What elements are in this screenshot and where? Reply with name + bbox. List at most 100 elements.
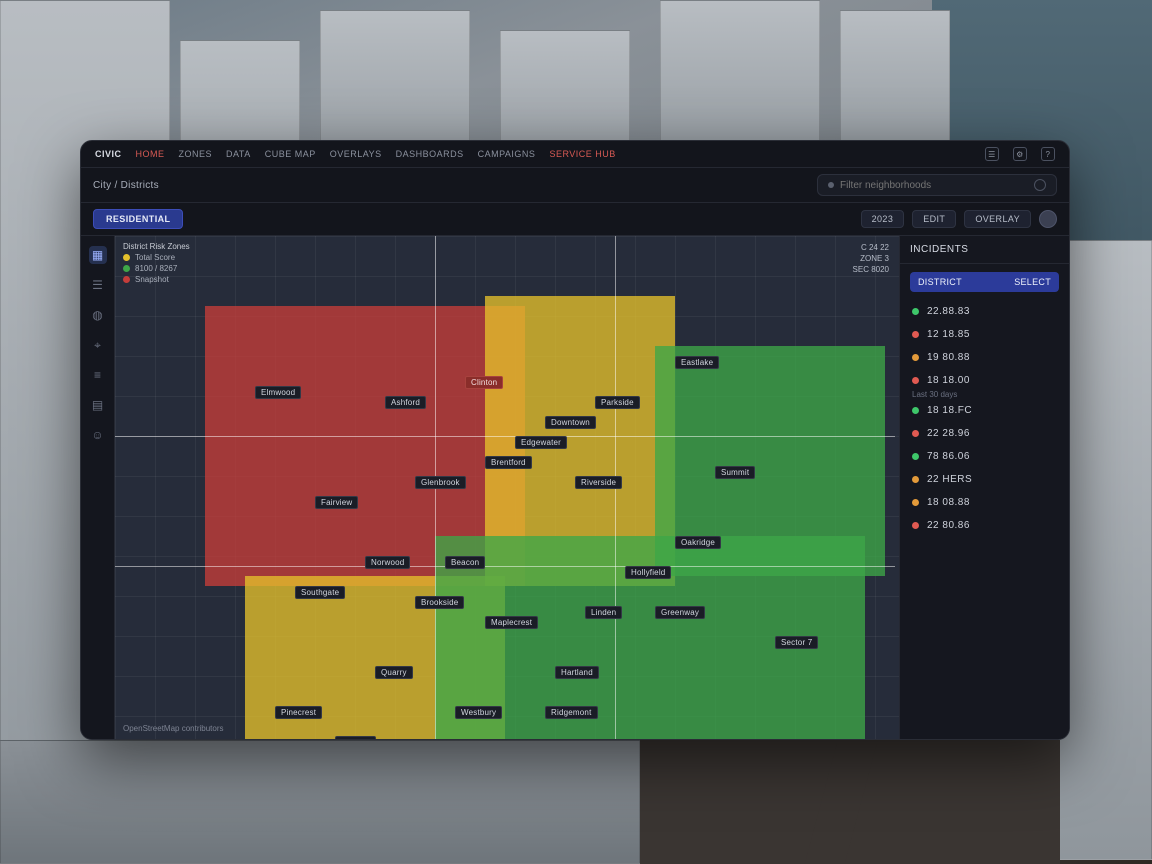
stat-row[interactable]: 22 HERS (900, 468, 1069, 491)
stat-row[interactable]: 22.88.83 (900, 300, 1069, 323)
stat-row[interactable]: 19 80.88 (900, 346, 1069, 369)
rail-database-icon[interactable]: ◍ (89, 306, 107, 324)
map-label[interactable]: Westbury (455, 706, 502, 719)
map-label[interactable]: Brentford (485, 456, 532, 469)
map-label[interactable]: Parkside (595, 396, 640, 409)
status-dot (912, 407, 919, 414)
status-dot (912, 430, 919, 437)
stat-row[interactable]: 18 08.88 (900, 491, 1069, 514)
district-selector[interactable]: DISTRICT SELECT (910, 272, 1059, 292)
stat-value: 22 80.86 (927, 520, 970, 531)
edit-button[interactable]: EDIT (912, 210, 956, 228)
menu-data[interactable]: Data (226, 149, 251, 159)
primary-filter-chip[interactable]: RESIDENTIAL (93, 209, 183, 229)
help-icon[interactable]: ? (1041, 147, 1055, 161)
stat-value: 12 18.85 (927, 329, 970, 340)
stat-value: 22.88.83 (927, 306, 970, 317)
rail-chart-icon[interactable]: ≡ (89, 366, 107, 384)
map-label[interactable]: Clinton (465, 376, 503, 389)
stat-row[interactable]: 18 18.00 (900, 369, 1069, 392)
toolbar: City / Districts (81, 168, 1069, 203)
map-label[interactable]: Greenway (655, 606, 705, 619)
search-status-dot (828, 182, 834, 188)
stat-row[interactable]: 22 80.86 (900, 514, 1069, 537)
map-label[interactable]: Eastlake (675, 356, 719, 369)
map-label[interactable]: Fairview (315, 496, 358, 509)
map-label[interactable]: Brookside (415, 596, 464, 609)
map-label[interactable]: Pinecrest (275, 706, 322, 719)
stat-value: 18 08.88 (927, 497, 970, 508)
map-label[interactable]: Oakridge (675, 536, 721, 549)
map-label[interactable]: Maplecrest (485, 616, 538, 629)
status-dot (912, 377, 919, 384)
menubar: CIVIC Home Zones Data Cube Map Overlays … (81, 141, 1069, 168)
menu-home[interactable]: Home (136, 149, 165, 159)
menu-dashboards[interactable]: Dashboards (396, 149, 464, 159)
map-label[interactable]: Riverside (575, 476, 622, 489)
map-label[interactable]: Quarry (375, 666, 413, 679)
stat-value: 22 28.96 (927, 428, 970, 439)
legend-title: District Risk Zones (123, 242, 190, 251)
map-label[interactable]: Glenbrook (415, 476, 466, 489)
app-name: CIVIC (95, 149, 122, 159)
status-dot (912, 308, 919, 315)
stat-value: 18 18.FC (927, 405, 972, 416)
menu-servicehub[interactable]: Service Hub (549, 149, 615, 159)
stat-value: 22 HERS (927, 474, 972, 485)
rail-users-icon[interactable]: ☺ (89, 426, 107, 444)
tool-rail: ▦ ☰ ◍ ⌖ ≡ ▤ ☺ (81, 236, 115, 739)
rail-table-icon[interactable]: ▤ (89, 396, 107, 414)
breadcrumb: City / Districts (93, 180, 159, 191)
rail-pin-icon[interactable]: ⌖ (89, 336, 107, 354)
status-dot (912, 522, 919, 529)
stat-row[interactable]: 78 86.06 (900, 445, 1069, 468)
stat-row[interactable]: 18 18.FC (900, 399, 1069, 422)
map-label[interactable]: Elmwood (255, 386, 301, 399)
map-canvas[interactable]: Elmwood Ashford Fairview Glenbrook Clinton Br… (115, 236, 899, 739)
map-label[interactable]: Ridgemont (545, 706, 598, 719)
map-label[interactable]: Norwood (365, 556, 410, 569)
map-label[interactable]: Downtown (545, 416, 596, 429)
map-label[interactable]: Summit (715, 466, 755, 479)
search-icon (1034, 179, 1046, 191)
stat-row[interactable]: 22 28.96 (900, 422, 1069, 445)
status-dot (912, 499, 919, 506)
stat-row[interactable]: 12 18.85 (900, 323, 1069, 346)
side-panel: INCIDENTS DISTRICT SELECT 22.88.83 12 18.… (899, 236, 1069, 739)
status-dot (912, 354, 919, 361)
rail-layers-icon[interactable]: ☰ (89, 276, 107, 294)
stat-value: 78 86.06 (927, 451, 970, 462)
map-label[interactable]: Southgate (295, 586, 345, 599)
year-button[interactable]: 2023 (861, 210, 905, 228)
map-label[interactable]: Ashford (385, 396, 426, 409)
rail-grid-icon[interactable]: ▦ (89, 246, 107, 264)
menu-campaigns[interactable]: Campaigns (478, 149, 536, 159)
panel-title: INCIDENTS (900, 236, 1069, 264)
menu-overlays[interactable]: Overlays (330, 149, 382, 159)
menu-zones[interactable]: Zones (179, 149, 213, 159)
user-avatar[interactable] (1039, 210, 1057, 228)
map-label[interactable]: Edgewater (515, 436, 567, 449)
map-label[interactable]: Hollyfield (625, 566, 671, 579)
map-label[interactable]: Linden (585, 606, 622, 619)
status-dot (912, 453, 919, 460)
map-legend: District Risk Zones Total Score 8100 / 8… (123, 242, 190, 284)
stat-note: Last 30 days (900, 390, 1069, 399)
map-coordinates: C 24 22 ZONE 3 SEC 8020 (853, 242, 889, 276)
search-input[interactable] (840, 180, 1028, 191)
app-window: CIVIC Home Zones Data Cube Map Overlays … (80, 140, 1070, 740)
status-dot (912, 476, 919, 483)
map-label[interactable]: Beacon (445, 556, 485, 569)
stat-value: 19 80.88 (927, 352, 970, 363)
map-label[interactable]: Stanton (335, 736, 376, 739)
notifications-icon[interactable]: ☰ (985, 147, 999, 161)
settings-icon[interactable]: ⚙ (1013, 147, 1027, 161)
overlay-button[interactable]: OVERLAY (964, 210, 1031, 228)
search-box[interactable] (817, 174, 1057, 196)
menu-cubemap[interactable]: Cube Map (265, 149, 316, 159)
map-label[interactable]: Hartland (555, 666, 599, 679)
actionbar: RESIDENTIAL 2023 EDIT OVERLAY (81, 203, 1069, 236)
status-dot (912, 331, 919, 338)
stat-value: 18 18.00 (927, 375, 970, 386)
map-label[interactable]: Sector 7 (775, 636, 818, 649)
